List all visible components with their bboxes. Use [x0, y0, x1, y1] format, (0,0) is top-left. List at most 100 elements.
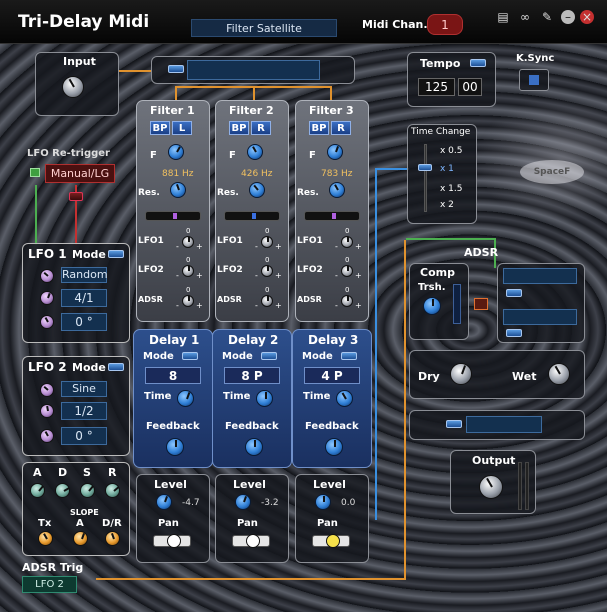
- filter2-lfo2-amount-knob[interactable]: [261, 265, 273, 277]
- level1-knob[interactable]: [156, 494, 172, 510]
- delay2-feedback-knob[interactable]: [245, 438, 263, 456]
- filter1-frequency-knob[interactable]: [168, 144, 184, 160]
- delay3-feedback-knob[interactable]: [325, 438, 343, 456]
- lfo1-phase-display[interactable]: 0 °: [61, 313, 107, 331]
- close-icon[interactable]: ×: [580, 10, 594, 24]
- top-strip-toggle[interactable]: [168, 65, 184, 73]
- pin-icon[interactable]: ✎: [540, 10, 554, 24]
- delay3-mode-toggle[interactable]: [341, 352, 357, 360]
- bottom-strip-display[interactable]: [466, 416, 542, 433]
- filter1-lfo1-amount-knob[interactable]: [182, 236, 194, 248]
- lfo2-shape-display[interactable]: Sine: [61, 381, 107, 397]
- filter2-lfo1-amount-knob[interactable]: [261, 236, 273, 248]
- time-change-option-1[interactable]: x 1: [440, 164, 454, 174]
- delay3-time-knob[interactable]: [336, 390, 353, 407]
- adsr-field-2[interactable]: [503, 309, 577, 325]
- minimize-icon[interactable]: –: [561, 10, 575, 24]
- adsr-attack-knob[interactable]: [30, 483, 45, 498]
- wire-f3-drop: [330, 86, 332, 100]
- adsr-link-button[interactable]: [474, 298, 488, 310]
- level2-pan-label: Pan: [237, 518, 258, 529]
- filter2-type-button[interactable]: BP: [229, 121, 249, 135]
- lfo1-rate-display[interactable]: 4/1: [61, 289, 107, 307]
- dry-knob[interactable]: [450, 363, 472, 385]
- filter1-adsr-amount-knob[interactable]: [182, 295, 194, 307]
- filter1-lfo2-amount-knob[interactable]: [182, 265, 194, 277]
- filter1-resonance-knob[interactable]: [170, 182, 186, 198]
- filter3-type-button[interactable]: BP: [309, 121, 329, 135]
- filter2-resonance-knob[interactable]: [249, 182, 265, 198]
- lfo-retrigger-button[interactable]: [69, 192, 83, 201]
- filter1-type-button[interactable]: BP: [150, 121, 170, 135]
- filter3-resonance-knob[interactable]: [329, 182, 345, 198]
- filter2-slider-handle[interactable]: [252, 213, 256, 219]
- adsr-trig-value[interactable]: LFO 2: [22, 576, 77, 593]
- delay1-time-knob[interactable]: [177, 390, 194, 407]
- delay1-mode-display[interactable]: 8: [145, 367, 201, 384]
- filter3-slider-handle[interactable]: [332, 213, 336, 219]
- filter2-channel-button[interactable]: R: [251, 121, 271, 135]
- lfo2-shape-knob[interactable]: [40, 383, 54, 397]
- filter3-adsr-amount-knob[interactable]: [341, 295, 353, 307]
- adsr-field-2-toggle[interactable]: [506, 329, 522, 337]
- tempo-bpm-field[interactable]: 125: [418, 78, 455, 96]
- adsr-a-label: A: [33, 466, 42, 479]
- book-icon[interactable]: ▤: [496, 10, 510, 24]
- output-knob[interactable]: [479, 475, 503, 499]
- lfo2-phase-knob[interactable]: [40, 429, 54, 443]
- adsr-slope-dr-knob[interactable]: [105, 531, 120, 546]
- delay2-mode-toggle[interactable]: [261, 352, 277, 360]
- lfo1-phase-knob[interactable]: [40, 315, 54, 329]
- delay2-time-knob[interactable]: [256, 390, 273, 407]
- filter2-adsr-amount-knob[interactable]: [261, 295, 273, 307]
- lfo2-rate-knob[interactable]: [40, 404, 54, 418]
- delay1-mode-toggle[interactable]: [182, 352, 198, 360]
- adsr-slope-a-knob[interactable]: [73, 531, 88, 546]
- filter3-frequency-knob[interactable]: [327, 144, 343, 160]
- tempo-sync-toggle[interactable]: [470, 59, 486, 67]
- comp-threshold-knob[interactable]: [423, 297, 441, 315]
- link-icon[interactable]: ∞: [514, 10, 536, 24]
- top-strip-display[interactable]: [187, 60, 320, 80]
- level1-pan-handle[interactable]: [167, 534, 181, 548]
- midi-channel-value[interactable]: 1: [427, 14, 463, 35]
- lfo2-rate-display[interactable]: 1/2: [61, 402, 107, 420]
- filter3-channel-button[interactable]: R: [331, 121, 351, 135]
- lfo1-shape-knob[interactable]: [40, 269, 54, 283]
- filter1-slider-handle[interactable]: [173, 213, 177, 219]
- lfo1-rate-knob[interactable]: [40, 291, 54, 305]
- time-change-option-3[interactable]: x 2: [440, 200, 454, 210]
- delay3-mode-display[interactable]: 4 P: [304, 367, 360, 384]
- lfo1-mode-toggle[interactable]: [108, 250, 124, 258]
- filter3-lfo1-amount-knob[interactable]: [341, 236, 353, 248]
- lfo-retrigger-mode[interactable]: Manual/LG: [45, 164, 115, 183]
- level2-pan-handle[interactable]: [246, 534, 260, 548]
- filter1-channel-button[interactable]: L: [172, 121, 192, 135]
- wet-knob[interactable]: [548, 363, 570, 385]
- filter3-lfo2-amount-knob[interactable]: [341, 265, 353, 277]
- lfo2-mode-toggle[interactable]: [108, 363, 124, 371]
- adsr-field-1-toggle[interactable]: [506, 289, 522, 297]
- level2-knob[interactable]: [235, 494, 251, 510]
- time-change-option-2[interactable]: x 1.5: [440, 184, 463, 194]
- adsr-tx-knob[interactable]: [38, 531, 53, 546]
- time-change-option-0[interactable]: x 0.5: [440, 146, 463, 156]
- lfo2-phase-display[interactable]: 0 °: [61, 427, 107, 445]
- adsr-release-knob[interactable]: [105, 483, 120, 498]
- lfo-retrigger-led[interactable]: [30, 168, 40, 177]
- filter2-frequency-knob[interactable]: [247, 144, 263, 160]
- time-change-slider-handle[interactable]: [418, 164, 432, 171]
- adsr-sustain-knob[interactable]: [80, 483, 95, 498]
- lfo1-shape-display[interactable]: Random: [61, 267, 108, 283]
- input-gain-knob[interactable]: [62, 76, 84, 98]
- adsr-decay-knob[interactable]: [55, 483, 70, 498]
- tempo-fraction-field[interactable]: 00: [458, 78, 482, 96]
- adsr-field-1[interactable]: [503, 268, 577, 284]
- bottom-strip-toggle[interactable]: [446, 420, 462, 428]
- level3-knob[interactable]: [315, 494, 331, 510]
- delay1-feedback-knob[interactable]: [166, 438, 184, 456]
- level3-value: 0.0: [341, 498, 356, 508]
- level3-pan-handle[interactable]: [326, 534, 340, 548]
- preset-name-display[interactable]: Filter Satellite: [191, 19, 337, 37]
- delay2-mode-display[interactable]: 8 P: [224, 367, 280, 384]
